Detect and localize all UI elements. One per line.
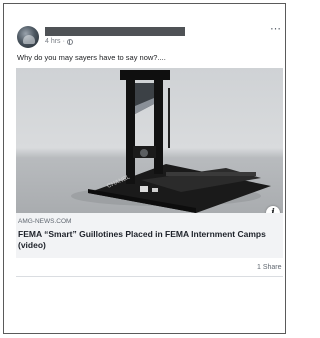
guillotine-photo: CHANEL bbox=[71, 70, 271, 213]
link-preview-image[interactable]: CHANEL bbox=[16, 68, 283, 213]
more-options-icon[interactable]: ⋯ bbox=[270, 24, 281, 35]
redacted-author-name[interactable] bbox=[45, 27, 185, 36]
meta-separator: · bbox=[62, 38, 65, 45]
link-title[interactable]: FEMA “Smart” Guillotines Placed in FEMA … bbox=[18, 229, 280, 251]
share-count[interactable]: 1 Share bbox=[257, 264, 282, 271]
timestamp[interactable]: 4 hrs bbox=[45, 38, 61, 45]
post-meta: 4 hrs · bbox=[45, 38, 73, 45]
divider bbox=[16, 276, 283, 277]
link-domain: AMG-NEWS.COM bbox=[18, 218, 72, 225]
avatar[interactable] bbox=[17, 26, 39, 48]
globe-icon bbox=[66, 38, 73, 45]
link-preview-info[interactable]: AMG-NEWS.COM FEMA “Smart” Guillotines Pl… bbox=[16, 213, 283, 258]
post-text: Why do you may sayers have to say now?..… bbox=[17, 53, 166, 62]
